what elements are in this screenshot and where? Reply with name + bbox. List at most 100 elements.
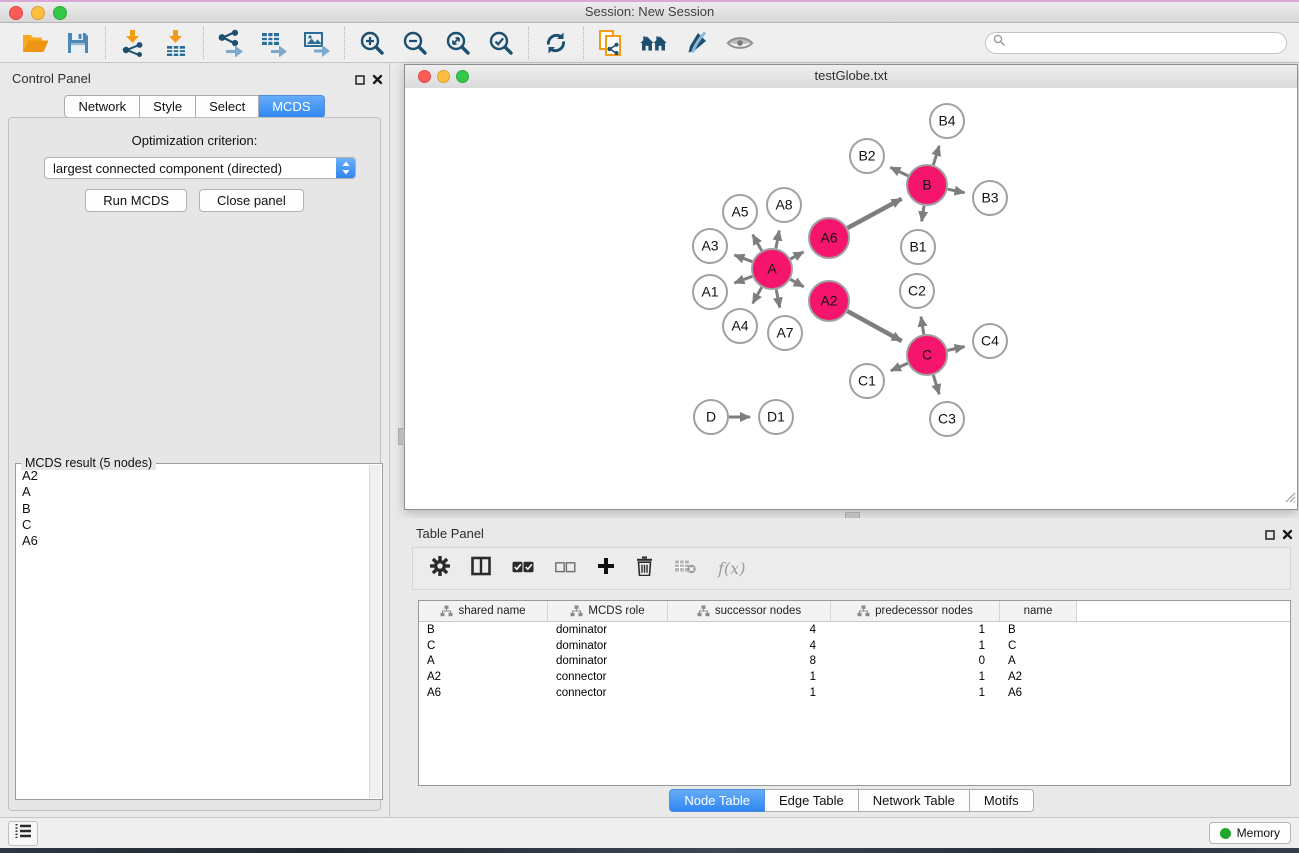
close-window-button[interactable] (9, 6, 23, 20)
delete-table-icon[interactable] (674, 558, 697, 579)
tab-mcds[interactable]: MCDS (259, 95, 324, 118)
result-scrollbar[interactable] (369, 465, 381, 798)
add-column-icon[interactable] (597, 557, 615, 580)
delete-column-icon[interactable] (636, 556, 653, 581)
mcds-result-item[interactable]: A6 (16, 533, 368, 549)
search-field[interactable] (985, 32, 1287, 54)
zoom-out-icon[interactable] (401, 29, 429, 57)
graph-edge-B-B3[interactable] (948, 189, 965, 193)
close-panel-icon[interactable] (372, 72, 383, 90)
network-minimize-button[interactable] (437, 70, 450, 83)
graph-node-A6[interactable]: A6 (809, 218, 849, 258)
column-header-name[interactable]: name (1000, 601, 1077, 621)
network-close-button[interactable] (418, 70, 431, 83)
graph-node-B4[interactable]: B4 (930, 104, 964, 138)
graph-edge-C-C2[interactable] (921, 317, 924, 335)
graph-node-A[interactable]: A (752, 249, 792, 289)
graph-node-C2[interactable]: C2 (900, 274, 934, 308)
graph-node-A4[interactable]: A4 (723, 309, 757, 343)
table-row[interactable]: Cdominator41C (419, 638, 1290, 654)
graph-node-A7[interactable]: A7 (768, 316, 802, 350)
optimization-select[interactable]: largest connected component (directed) (44, 157, 356, 179)
network-zoom-button[interactable] (456, 70, 469, 83)
window-resize-grip[interactable] (1282, 489, 1296, 508)
table-row[interactable]: A6connector11A6 (419, 685, 1290, 701)
graph-node-C3[interactable]: C3 (930, 402, 964, 436)
graph-node-A8[interactable]: A8 (767, 188, 801, 222)
show-graphics-details-icon[interactable] (726, 29, 754, 57)
desktop-vertical-scrollbar[interactable] (398, 428, 405, 445)
refresh-icon[interactable] (542, 29, 570, 57)
graph-node-A2[interactable]: A2 (809, 281, 849, 321)
graph-edge-A-A8[interactable] (776, 231, 779, 249)
task-history-button[interactable] (8, 821, 38, 846)
column-header-mcds-role[interactable]: MCDS role (548, 601, 668, 621)
graph-node-B3[interactable]: B3 (973, 181, 1007, 215)
column-header-successor-nodes[interactable]: successor nodes (668, 601, 831, 621)
graph-node-B1[interactable]: B1 (901, 230, 935, 264)
graph-edge-B-B2[interactable] (890, 167, 908, 176)
mcds-result-item[interactable]: A (16, 484, 368, 500)
graph-node-B[interactable]: B (907, 165, 947, 205)
graph-edge-B-B1[interactable] (922, 206, 924, 222)
graph-edge-A2-C[interactable] (847, 311, 901, 341)
table-row[interactable]: Bdominator41B (419, 622, 1290, 638)
zoom-window-button[interactable] (53, 6, 67, 20)
float-panel-icon[interactable] (355, 72, 365, 90)
mcds-result-item[interactable]: B (16, 501, 368, 517)
graph-node-B2[interactable]: B2 (850, 139, 884, 173)
graph-node-C4[interactable]: C4 (973, 324, 1007, 358)
tab-edge-table[interactable]: Edge Table (765, 789, 859, 812)
minimize-window-button[interactable] (31, 6, 45, 20)
tab-node-table[interactable]: Node Table (669, 789, 765, 812)
select-all-icon[interactable] (512, 560, 534, 578)
deselect-all-icon[interactable] (555, 560, 576, 578)
tab-network[interactable]: Network (64, 95, 140, 118)
network-canvas[interactable]: B4B2BB3A8A5A6A3B1AA1C2A2A4A7C4CC1DD1C3 (405, 88, 1297, 509)
graph-node-C[interactable]: C (907, 335, 947, 375)
tab-motifs[interactable]: Motifs (970, 789, 1034, 812)
close-panel-icon[interactable] (1282, 527, 1293, 545)
graph-edge-A-A3[interactable] (734, 255, 752, 262)
graph-node-D[interactable]: D (694, 400, 728, 434)
mcds-result-item[interactable]: C (16, 517, 368, 533)
graph-edge-A-A6[interactable] (790, 252, 803, 259)
memory-button[interactable]: Memory (1209, 822, 1291, 844)
table-row[interactable]: A2connector11A2 (419, 669, 1290, 685)
graph-edge-B-B4[interactable] (933, 146, 939, 165)
table-row[interactable]: Adominator80A (419, 654, 1290, 670)
mcds-result-item[interactable]: A2 (16, 468, 368, 484)
open-file-icon[interactable] (21, 29, 49, 57)
close-panel-button[interactable]: Close panel (199, 189, 304, 212)
graph-edge-A-A2[interactable] (790, 279, 803, 287)
tab-network-table[interactable]: Network Table (859, 789, 970, 812)
graph-edge-A-A7[interactable] (776, 290, 780, 308)
graph-node-A3[interactable]: A3 (693, 229, 727, 263)
tab-style[interactable]: Style (140, 95, 196, 118)
graph-node-D1[interactable]: D1 (759, 400, 793, 434)
table-settings-icon[interactable] (430, 556, 450, 581)
graph-edge-A-A5[interactable] (753, 235, 762, 251)
column-header-shared-name[interactable]: shared name (419, 601, 548, 621)
hide-graphics-details-icon[interactable] (683, 29, 711, 57)
first-neighbors-icon[interactable] (640, 29, 668, 57)
run-mcds-button[interactable]: Run MCDS (85, 189, 187, 212)
column-layout-icon[interactable] (471, 556, 491, 581)
graph-edge-A6-B[interactable] (848, 199, 902, 228)
graph-edge-C-C4[interactable] (948, 347, 965, 351)
graph-edge-A-A4[interactable] (753, 287, 762, 303)
column-header-predecessor-nodes[interactable]: predecessor nodes (831, 601, 1000, 621)
clone-network-icon[interactable] (597, 29, 625, 57)
zoom-in-icon[interactable] (358, 29, 386, 57)
import-table-icon[interactable] (162, 29, 190, 57)
graph-node-A1[interactable]: A1 (693, 275, 727, 309)
graph-edge-C-C1[interactable] (891, 363, 908, 370)
function-builder-icon[interactable]: f(x) (718, 559, 745, 578)
graph-node-A5[interactable]: A5 (723, 195, 757, 229)
export-network-icon[interactable] (217, 29, 245, 57)
save-session-icon[interactable] (64, 29, 92, 57)
zoom-selected-icon[interactable] (487, 29, 515, 57)
zoom-fit-icon[interactable] (444, 29, 472, 57)
import-network-icon[interactable] (119, 29, 147, 57)
search-input[interactable] (1006, 34, 1286, 52)
